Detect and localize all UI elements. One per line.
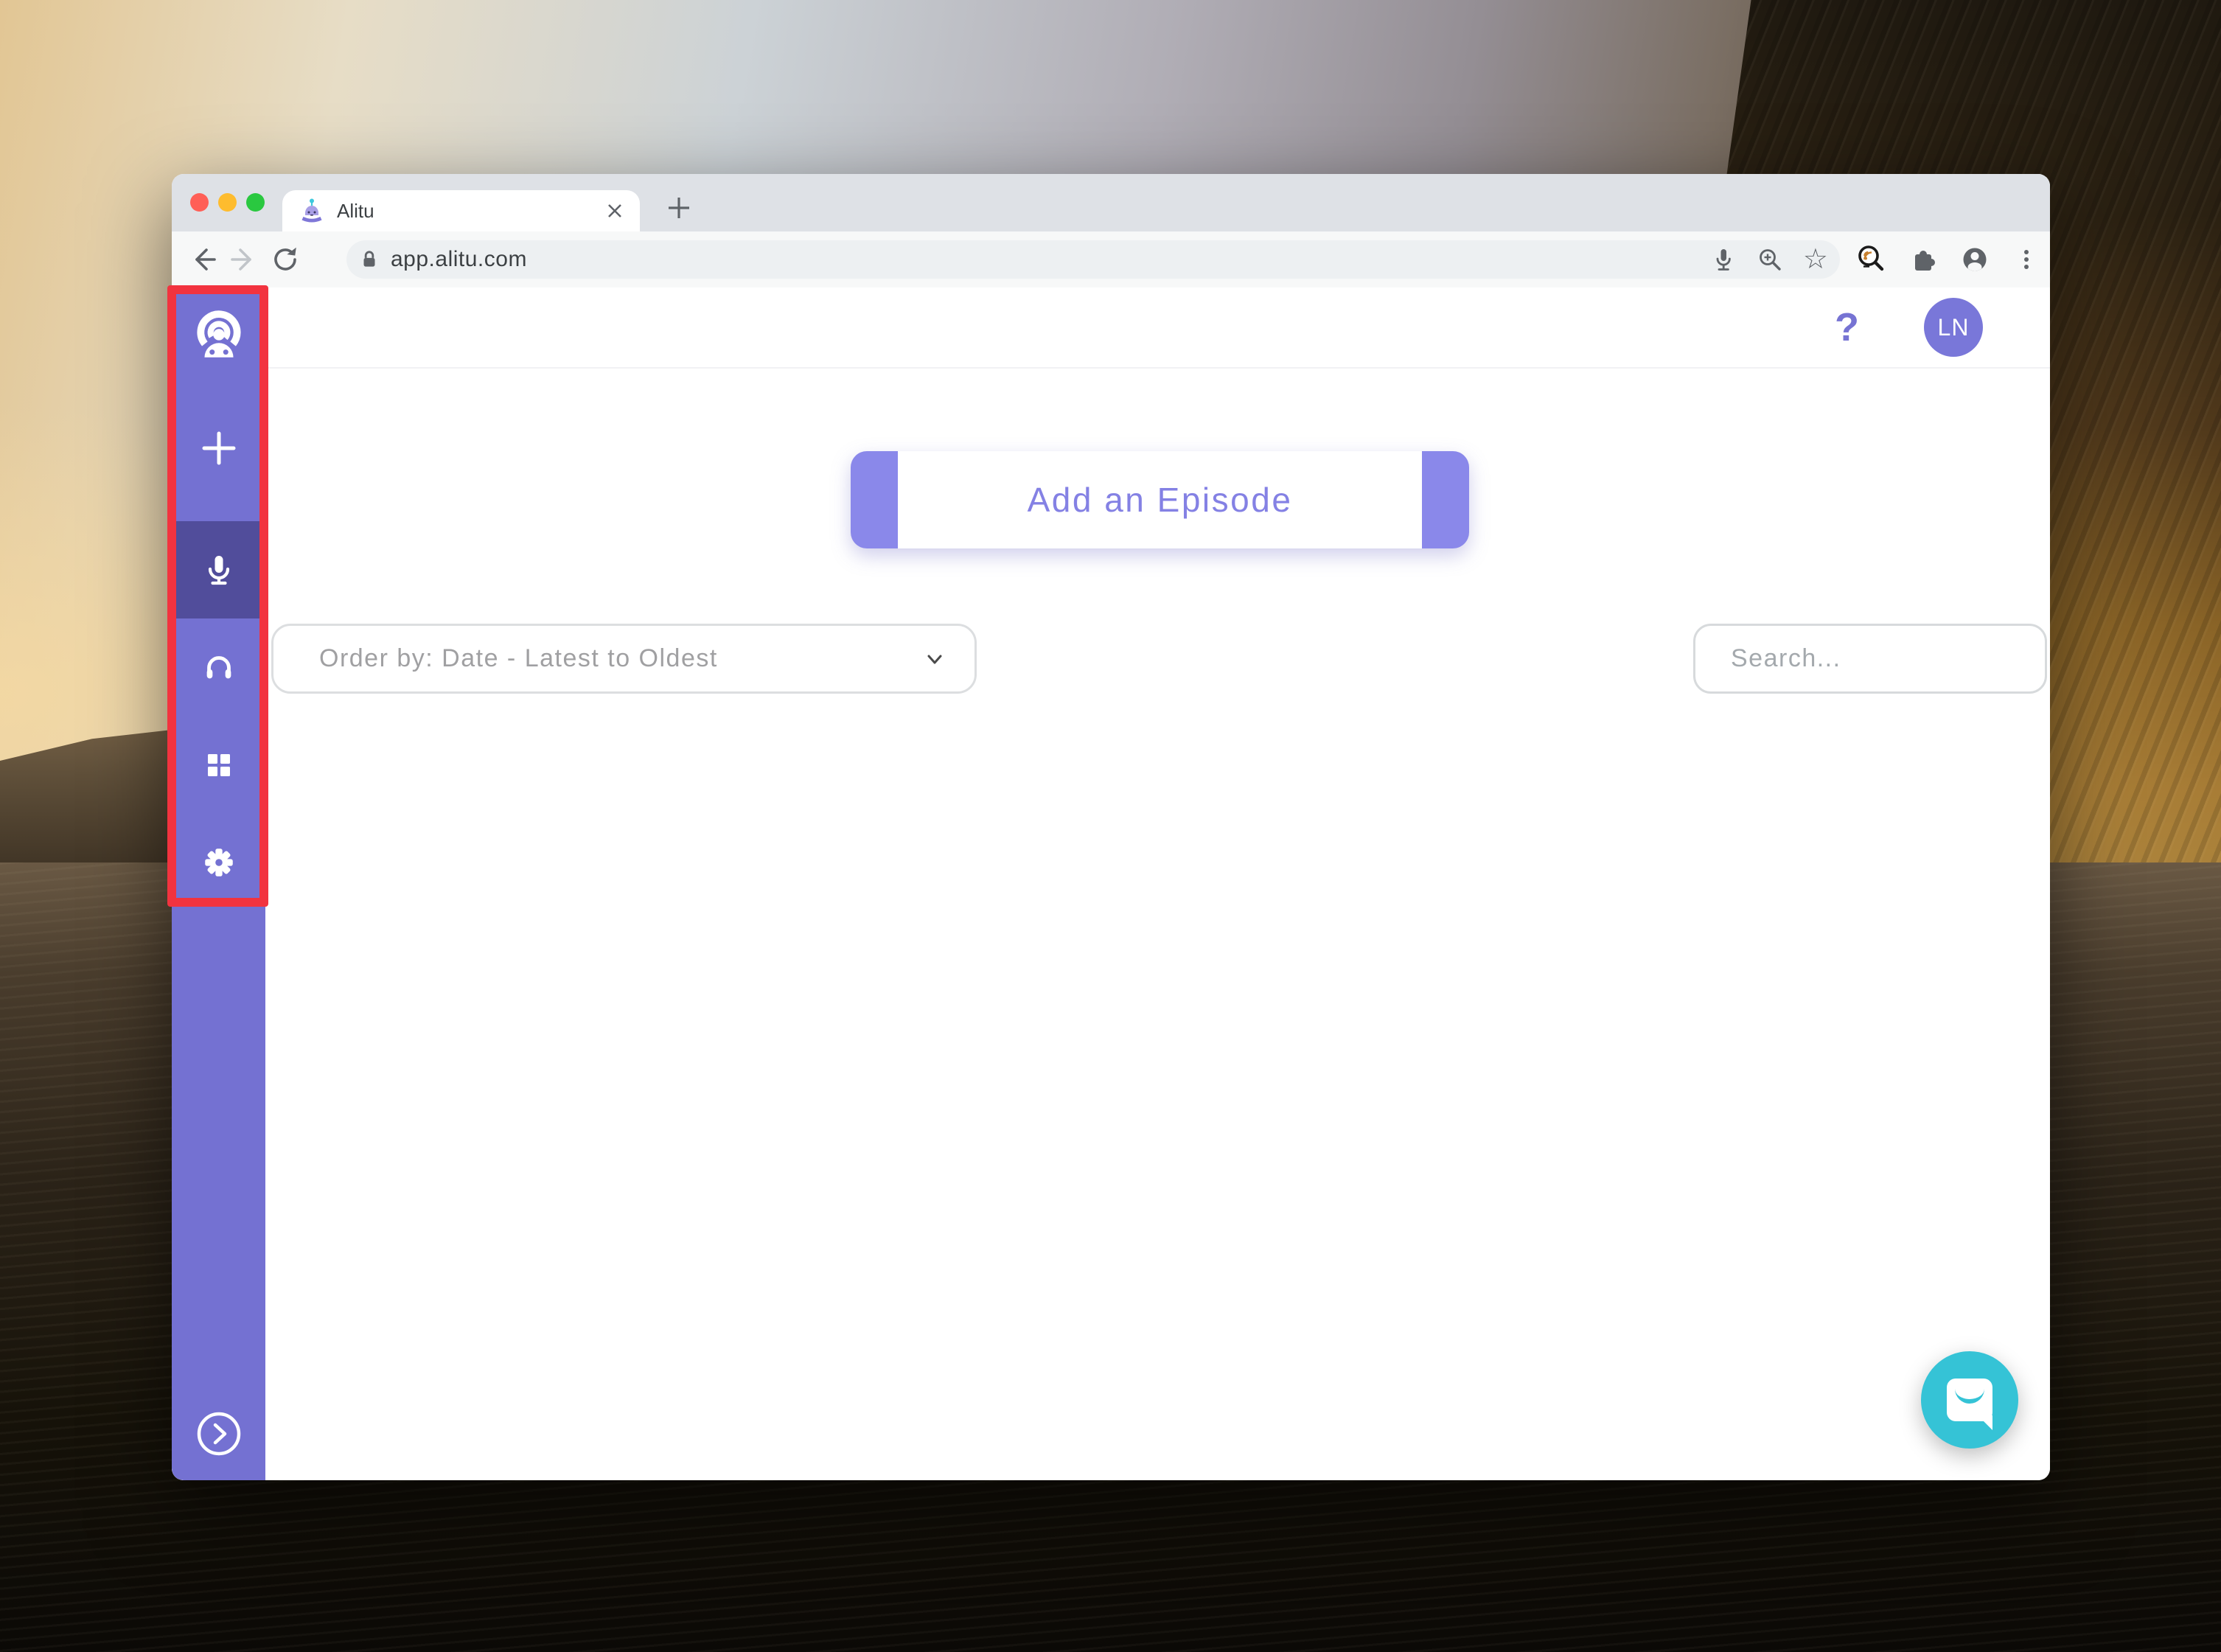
zoom-window-button[interactable] — [246, 193, 265, 212]
bookmark-star-icon[interactable]: ☆ — [1803, 245, 1828, 273]
forward-icon — [231, 248, 251, 271]
alitu-favicon-icon — [301, 198, 322, 223]
app-header: ? LN — [265, 287, 2050, 369]
chevron-down-icon — [927, 655, 942, 663]
desktop: Alitu app.alitu.com ☆ ? LN Add an Episod… — [0, 0, 2221, 1652]
intercom-chat-button[interactable] — [1921, 1351, 2018, 1449]
reload-button[interactable] — [265, 239, 306, 280]
order-by-select[interactable]: Order by: Date - Latest to Oldest — [271, 624, 977, 694]
order-by-value: Order by: Date - Latest to Oldest — [319, 644, 718, 672]
url-text: app.alitu.com — [391, 247, 527, 271]
add-episode-button-inner: Add an Episode — [898, 451, 1422, 548]
tab-title: Alitu — [337, 199, 374, 222]
window-controls — [190, 193, 265, 212]
sidebar-expand-button[interactable] — [172, 1385, 265, 1480]
help-button[interactable]: ? — [1835, 304, 1859, 350]
add-episode-button[interactable]: Add an Episode — [851, 451, 1469, 548]
search-input[interactable] — [1731, 644, 2050, 673]
plus-icon — [669, 198, 689, 218]
close-window-button[interactable] — [190, 193, 209, 212]
extensions-puzzle-icon[interactable] — [1907, 243, 1939, 276]
profile-icon[interactable] — [1959, 243, 1991, 276]
lock-icon — [363, 251, 375, 267]
browser-window: Alitu app.alitu.com ☆ ? LN Add an Episod… — [172, 174, 2050, 1480]
back-icon — [195, 248, 216, 271]
tab-strip: Alitu — [172, 174, 2050, 231]
toolbar-right — [1855, 236, 2043, 283]
zoom-in-icon[interactable] — [1756, 245, 1784, 273]
smile-icon — [1955, 1389, 1984, 1404]
browser-toolbar: app.alitu.com ☆ — [172, 231, 2050, 287]
user-avatar[interactable]: LN — [1924, 298, 1983, 357]
voice-search-mic-icon[interactable] — [1710, 245, 1737, 273]
annotation-highlight-rectangle — [167, 285, 268, 907]
search-box — [1693, 624, 2050, 694]
intercom-messenger-icon — [1947, 1379, 1992, 1421]
back-button[interactable] — [182, 239, 223, 280]
forward-button[interactable] — [223, 239, 265, 280]
minimize-window-button[interactable] — [218, 193, 237, 212]
browser-tab[interactable]: Alitu — [282, 190, 640, 231]
kebab-menu-icon[interactable] — [2010, 243, 2043, 276]
alitu-app: ? LN Add an Episode Order by: Date - Lat… — [172, 287, 2050, 1480]
address-bar[interactable]: app.alitu.com ☆ — [346, 240, 1840, 279]
close-tab-icon[interactable] — [606, 202, 624, 220]
add-episode-label: Add an Episode — [1027, 481, 1293, 519]
podcast-extension-icon[interactable] — [1855, 243, 1888, 276]
omnibox-actions: ☆ — [1710, 245, 1828, 273]
chevron-right-icon — [197, 1412, 240, 1456]
new-tab-button[interactable] — [658, 187, 700, 229]
reload-icon — [274, 247, 296, 271]
